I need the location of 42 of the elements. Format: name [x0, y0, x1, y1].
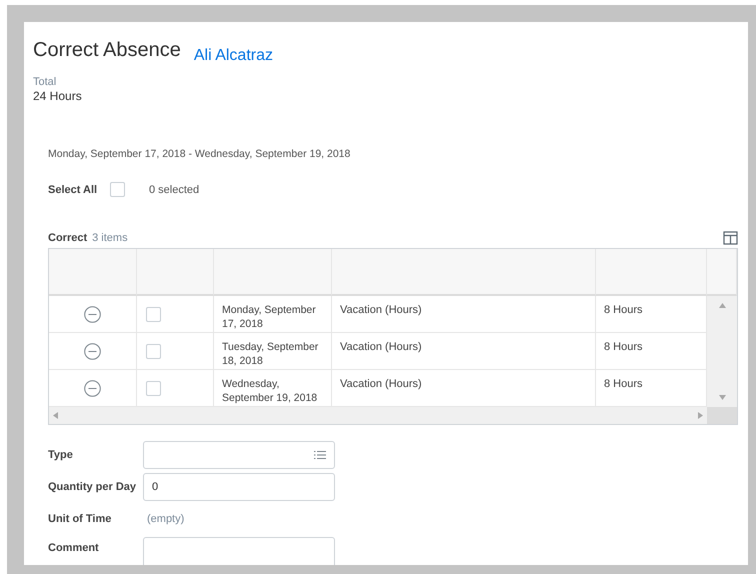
field-label: Quantity per Day [48, 481, 138, 493]
table-cell: Vacation (Hours) [332, 370, 596, 407]
select-all-checkbox[interactable] [110, 182, 125, 197]
header-cell [707, 249, 737, 296]
row-checkbox[interactable] [146, 380, 161, 396]
date-range: Monday, September 17, 2018 - Wednesday, September 19, 2018 [48, 148, 352, 160]
remove-row-icon[interactable] [84, 380, 101, 396]
scroll-right-icon[interactable] [698, 412, 703, 419]
field-value: (empty) [146, 512, 186, 527]
field-label: Unit of Time [48, 513, 112, 525]
scroll-down-icon[interactable] [719, 395, 726, 400]
selected-count: 0 selected [149, 184, 200, 196]
grid-title: Correct [48, 232, 88, 244]
row-checkbox[interactable] [146, 306, 161, 322]
remove-row-icon[interactable] [84, 342, 101, 360]
table-cell: Monday, September 17, 2018 [214, 296, 332, 333]
comment-field[interactable] [143, 537, 335, 565]
table-cell: Vacation (Hours) [332, 296, 596, 333]
worker-link[interactable]: Ali Alcatraz [194, 47, 273, 65]
total-value: 24 Hours [33, 89, 83, 103]
row-checkbox[interactable] [146, 344, 161, 358]
scroll-left-icon[interactable] [53, 412, 58, 419]
field-label: Type [48, 449, 74, 461]
table-cell: 8 Hours [596, 333, 707, 370]
list-icon [314, 450, 326, 460]
page-title: Correct Absence [33, 39, 181, 62]
table-cell: 8 Hours [596, 296, 707, 333]
horizontal-scrollbar[interactable] [49, 407, 707, 424]
vertical-scrollbar[interactable] [707, 296, 737, 407]
layout-icon[interactable] [723, 231, 738, 245]
input-field[interactable]: 0 [143, 473, 335, 501]
table-cell: Wednesday, September 19, 2018 [214, 370, 332, 407]
select-all-label: Select All [48, 184, 98, 196]
remove-row-icon[interactable] [84, 306, 101, 322]
total-label: Total [33, 76, 58, 88]
table-cell: 8 Hours [596, 370, 707, 407]
table-cell: Tuesday, September 18, 2018 [214, 333, 332, 370]
table-cell: Vacation (Hours) [332, 333, 596, 370]
field-label: Comment [48, 541, 100, 554]
type-dropdown[interactable] [143, 441, 335, 469]
scroll-up-icon[interactable] [719, 303, 726, 308]
item-count: 3 items [92, 232, 128, 244]
